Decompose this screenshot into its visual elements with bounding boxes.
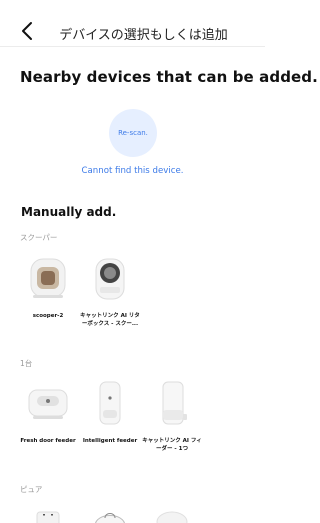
ai-litter-box-icon: [82, 250, 138, 306]
device-intelligent-feeder[interactable]: Intelligent feeder: [80, 375, 140, 445]
rescan-label: Re-scan.: [118, 129, 148, 137]
nearby-devices-title: Nearby devices that can be added.: [20, 68, 318, 86]
device-ai-litter-box[interactable]: キャットリンク AI リターボックス - スクー...: [80, 250, 140, 328]
ai-feeder-icon: [144, 375, 200, 431]
device-ai-feeder[interactable]: キャットリンク AI フィーダー - 1つ: [142, 375, 202, 453]
pure-device-icon: [20, 502, 76, 523]
category-label-pure: ピュア: [20, 485, 43, 494]
scooper-2-litter-box-icon: [20, 250, 76, 306]
device-scooper-2[interactable]: scooper-2: [18, 250, 78, 320]
device-name: Intelligent feeder: [82, 438, 138, 444]
device-pure-1[interactable]: [18, 502, 78, 523]
header-divider: [0, 46, 265, 47]
cannot-find-device-link[interactable]: Cannot find this device.: [0, 166, 265, 176]
device-name: キャットリンク AI フィーダー - 1つ: [142, 438, 202, 452]
device-pure-2[interactable]: [80, 502, 140, 523]
app-header: デバイスの選択もしくは追加: [0, 0, 265, 64]
device-name: scooper-2: [32, 313, 64, 319]
pure-round-device-icon: [144, 502, 200, 523]
device-name: キャットリンク AI リターボックス - スクー...: [80, 313, 140, 327]
manually-add-title: Manually add.: [21, 205, 117, 219]
device-pure-3[interactable]: [142, 502, 202, 523]
intelligent-feeder-icon: [82, 375, 138, 431]
category-label-1: 1台: [20, 359, 33, 368]
page-title: デバイスの選択もしくは追加: [59, 28, 228, 43]
device-name: Fresh door feeder: [20, 438, 76, 444]
fresh-door-feeder-icon: [20, 375, 76, 431]
category-label-scooper: スクーパー: [20, 233, 58, 242]
rescan-button[interactable]: Re-scan.: [109, 109, 157, 157]
device-fresh-door-feeder[interactable]: Fresh door feeder: [18, 375, 78, 445]
pure-fountain-icon: [82, 502, 138, 523]
